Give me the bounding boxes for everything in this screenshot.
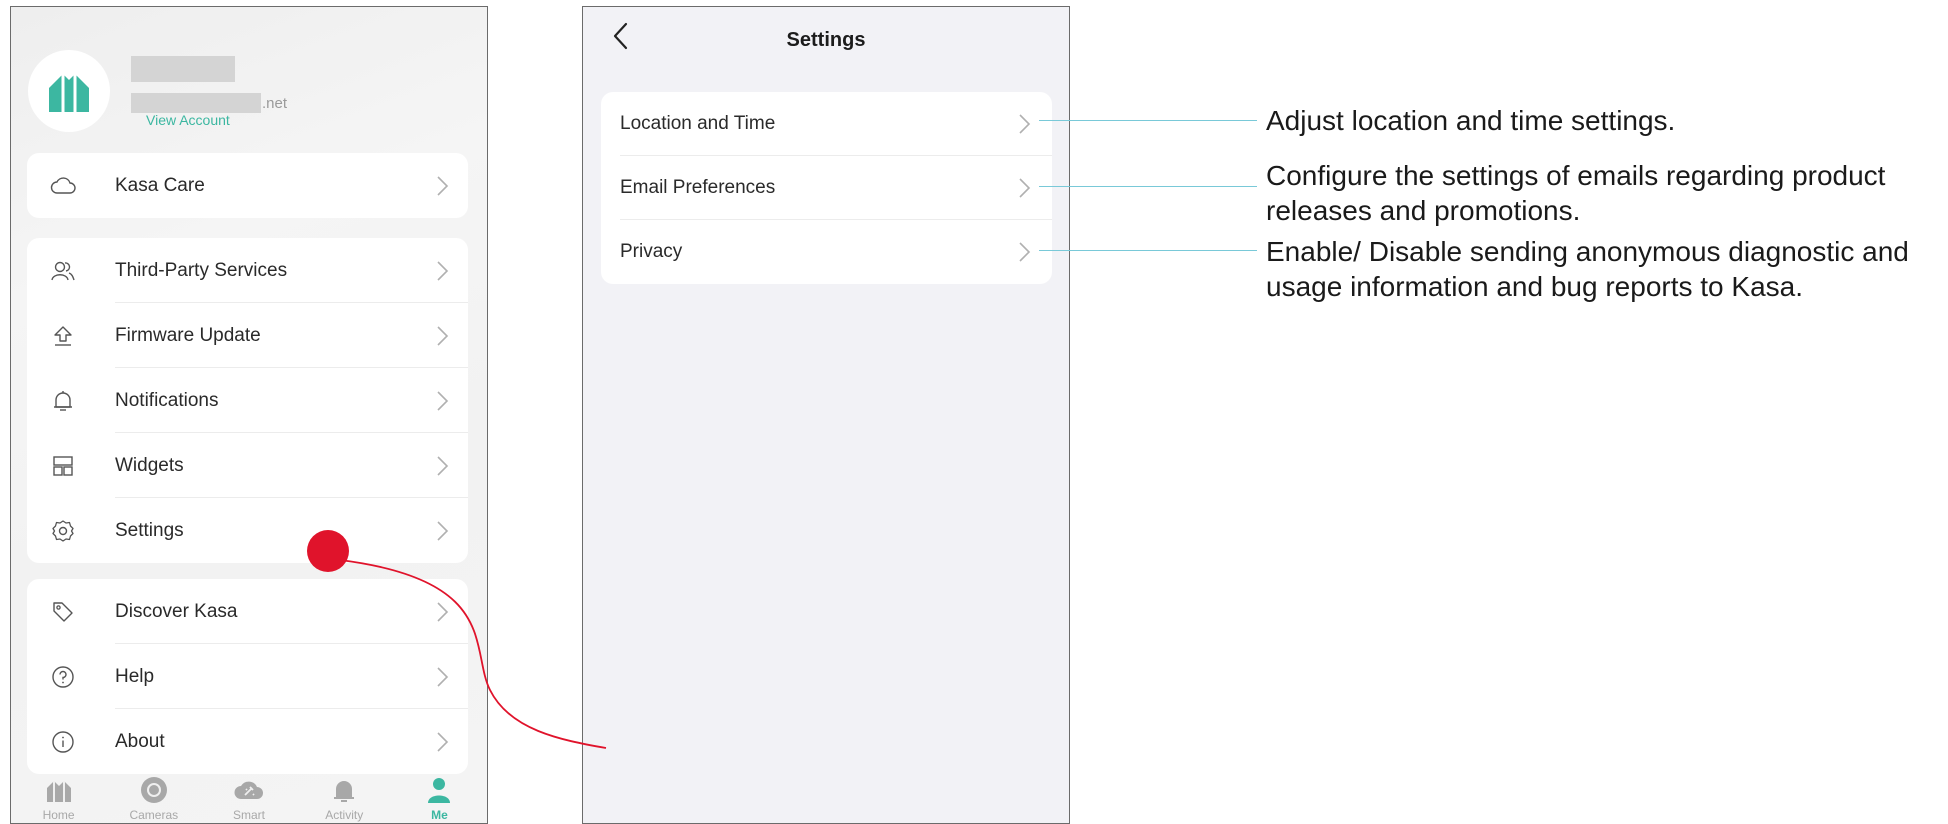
navigation-connector <box>339 559 607 749</box>
tap-indicator <box>307 530 349 572</box>
